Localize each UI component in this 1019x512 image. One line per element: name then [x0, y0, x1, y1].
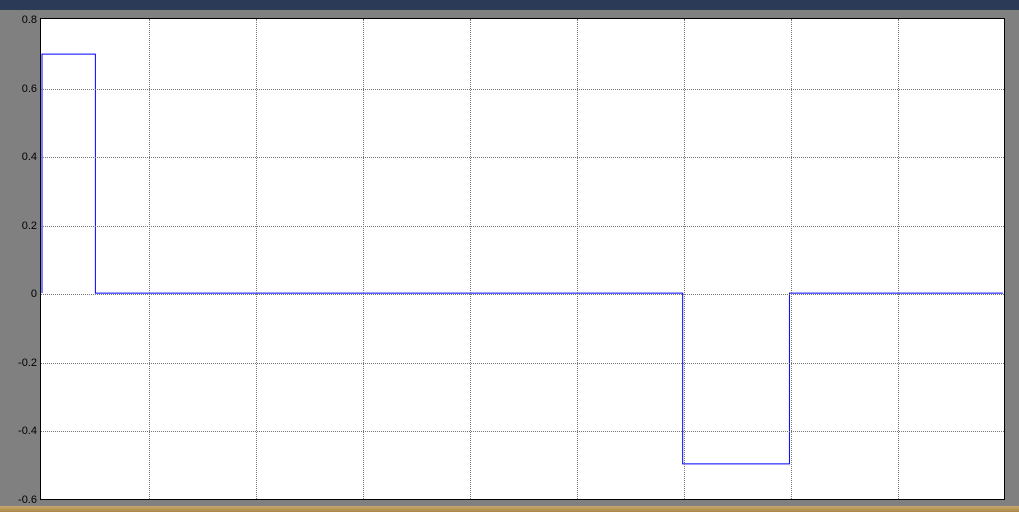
window-titlebar[interactable] [0, 0, 1019, 10]
line-plot [41, 19, 1004, 499]
y-tick-label: 0.6 [22, 83, 37, 95]
grid-line-vertical [470, 19, 471, 499]
grid-line-horizontal [41, 431, 1004, 432]
grid-line-vertical [791, 19, 792, 499]
grid-line-vertical [363, 19, 364, 499]
y-tick-label: 0.2 [22, 220, 37, 232]
grid-line-vertical [684, 19, 685, 499]
grid-line-horizontal [41, 363, 1004, 364]
grid-line-vertical [898, 19, 899, 499]
y-tick-label: -0.2 [18, 357, 37, 369]
y-tick-label: 0.4 [22, 151, 37, 163]
figure-window: -0.6 -0.4 -0.2 0 0.2 0.4 0.6 0.8 [0, 0, 1019, 512]
grid-line-horizontal [41, 226, 1004, 227]
grid-line-vertical [256, 19, 257, 499]
grid-line-horizontal [41, 89, 1004, 90]
grid-line-horizontal [41, 294, 1004, 295]
data-line [42, 54, 1003, 464]
y-tick-label: -0.6 [18, 494, 37, 506]
y-tick-label: 0.8 [22, 14, 37, 26]
grid-line-horizontal [41, 157, 1004, 158]
y-tick-label: 0 [31, 288, 37, 300]
axes[interactable]: -0.6-0.4-0.200.20.40.60.8 [40, 18, 1005, 500]
grid-line-vertical [577, 19, 578, 499]
window-bottom-strip [0, 506, 1019, 512]
grid-line-vertical [149, 19, 150, 499]
y-tick-label: -0.4 [18, 425, 37, 437]
